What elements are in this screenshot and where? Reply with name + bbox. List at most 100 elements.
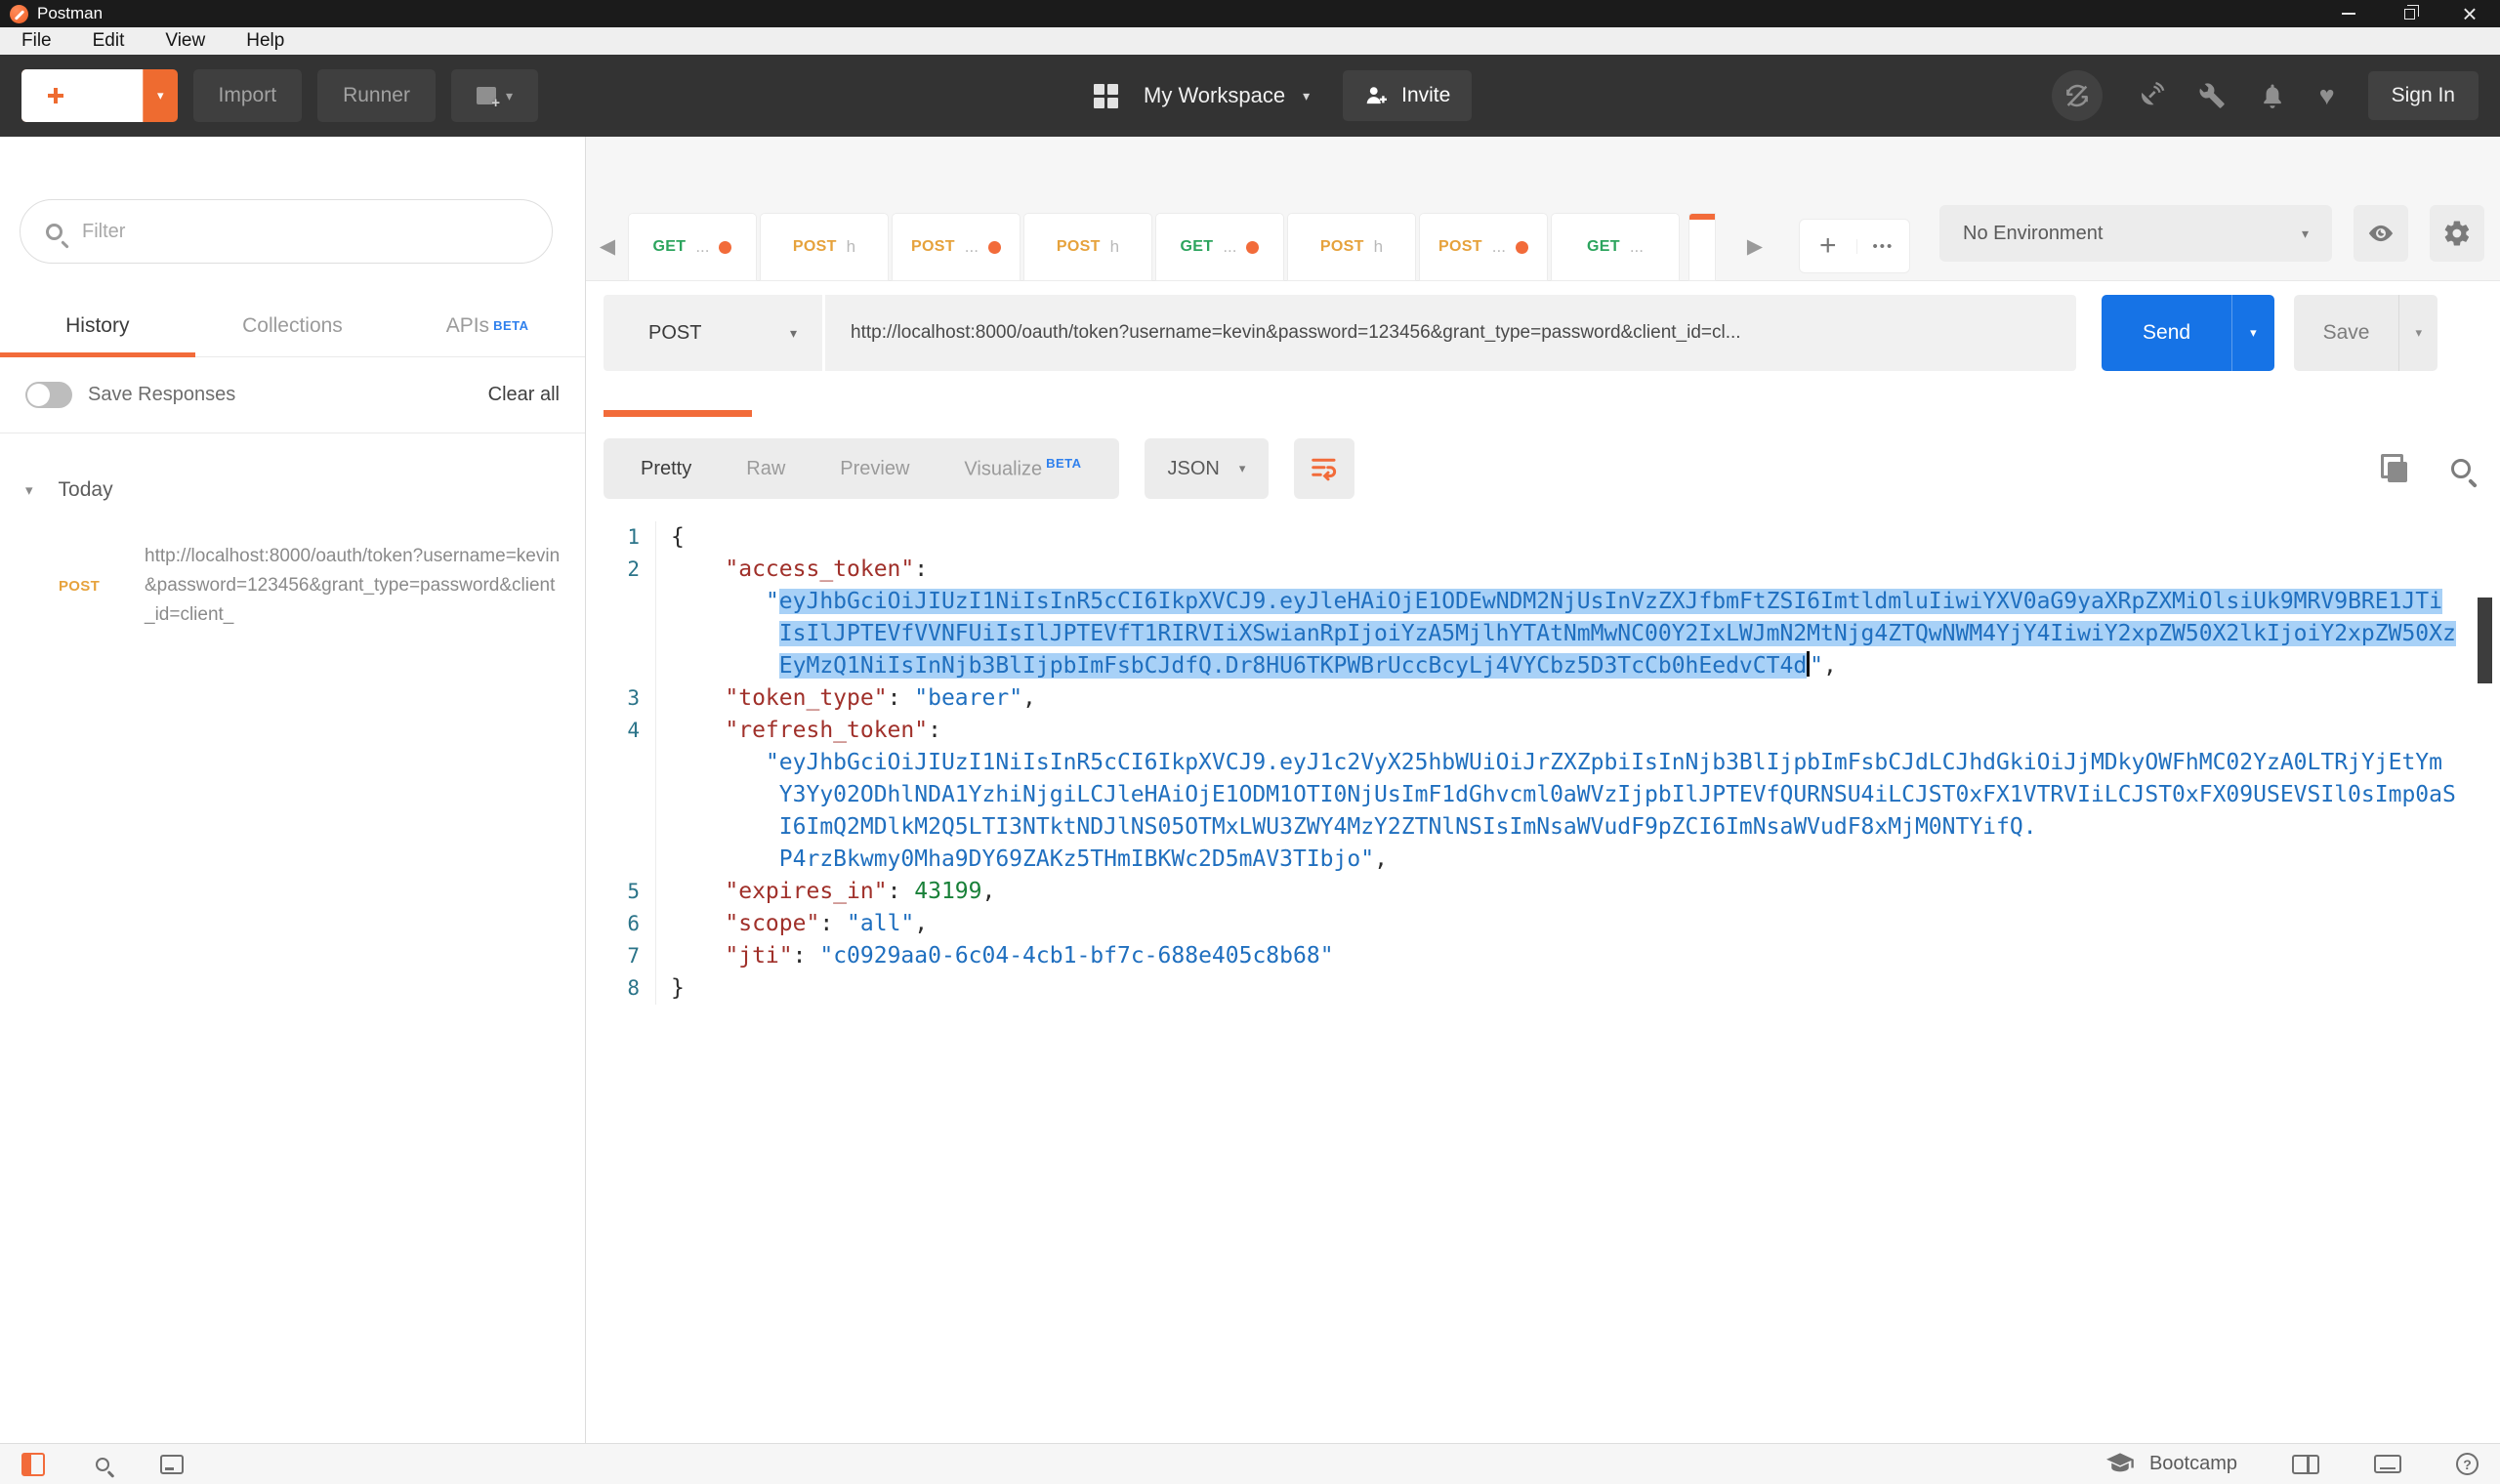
unsaved-dot-icon xyxy=(1246,240,1260,254)
menu-edit[interactable]: Edit xyxy=(93,30,125,52)
runner-button[interactable]: Runner xyxy=(317,69,436,122)
code-line[interactable]: Y3Yy02ODhlNDA1YzhiNjgiLCJleHAiOjE1ODM1OT… xyxy=(656,779,2456,811)
method-selector[interactable]: POST ▾ xyxy=(604,295,822,371)
open-new-tab-button[interactable]: + xyxy=(1800,231,1856,261)
environment-quicklook-button[interactable] xyxy=(2354,205,2408,262)
request-tab[interactable]: POST h xyxy=(761,214,888,280)
release-notes-button[interactable] xyxy=(2136,81,2165,110)
tab-history[interactable]: History xyxy=(0,295,195,357)
request-tab[interactable]: GET... xyxy=(1552,214,1679,280)
code-line[interactable]: "token_type": "bearer", xyxy=(656,682,1036,715)
settings-wrench-button[interactable] xyxy=(2198,82,2226,109)
toggle-sidebar-icon[interactable] xyxy=(21,1452,45,1476)
code-line[interactable]: { xyxy=(656,521,685,554)
clear-all-link[interactable]: Clear all xyxy=(488,384,560,406)
code-line[interactable]: } xyxy=(656,972,685,1005)
main-toolbar: New ▾ Import Runner ▾ My Workspace ▾ Inv… xyxy=(0,55,2500,137)
notifications-button[interactable] xyxy=(2259,82,2286,109)
collapse-caret-icon: ▾ xyxy=(25,482,33,499)
tab-options-button[interactable]: ••• xyxy=(1855,238,1910,254)
code-line[interactable]: "scope": "all", xyxy=(656,908,928,940)
code-line[interactable]: EyMzQ1NiIsInNjb3BlIjpbImFsbCJdfQ.Dr8HU6T… xyxy=(656,650,1837,682)
invite-button[interactable]: Invite xyxy=(1343,70,1473,121)
request-tab[interactable]: POST... xyxy=(1420,214,1547,280)
view-preview[interactable]: Preview xyxy=(812,458,937,480)
response-language-selector[interactable]: JSON ▾ xyxy=(1144,438,1270,499)
code-line[interactable]: "jti": "c0929aa0-6c04-4cb1-bf7c-688e405c… xyxy=(656,940,1333,972)
line-number xyxy=(586,747,656,779)
scroll-tabs-right-button[interactable]: ▶ xyxy=(1733,220,1776,272)
help-icon[interactable]: ? xyxy=(2456,1453,2479,1475)
menu-view[interactable]: View xyxy=(165,30,205,52)
new-button[interactable]: New ▾ xyxy=(21,69,178,122)
sign-in-button[interactable]: Sign In xyxy=(2367,71,2479,120)
save-responses-toggle[interactable] xyxy=(25,382,72,408)
environment-settings-button[interactable] xyxy=(2430,205,2484,262)
tab-apis[interactable]: APIs BETA xyxy=(390,295,585,356)
new-dropdown-arrow[interactable]: ▾ xyxy=(143,69,178,122)
wrap-text-icon xyxy=(1312,458,1337,481)
find-replace-icon[interactable] xyxy=(96,1457,109,1471)
bootcamp-button[interactable]: Bootcamp xyxy=(2105,1452,2237,1476)
code-line[interactable]: "expires_in": 43199, xyxy=(656,876,995,908)
request-tab[interactable]: GET... xyxy=(1156,214,1283,280)
workspace-label: My Workspace xyxy=(1144,83,1286,107)
two-pane-view-icon[interactable] xyxy=(2292,1454,2319,1474)
line-number: 4 xyxy=(586,715,656,747)
new-window-button[interactable]: ▾ xyxy=(450,69,538,122)
code-line[interactable]: I6ImQ2MDlkM2Q5LTI3NTktNDJlNS05OTMxLWU3ZW… xyxy=(656,811,2037,844)
save-button[interactable]: Save xyxy=(2294,295,2399,371)
keyboard-shortcuts-icon[interactable] xyxy=(2374,1455,2401,1473)
code-line[interactable]: "access_token": xyxy=(656,554,928,586)
import-button[interactable]: Import xyxy=(192,69,303,122)
wrap-text-button[interactable] xyxy=(1294,438,1355,499)
send-button[interactable]: Send xyxy=(2102,295,2231,371)
tab-method-label: POST xyxy=(792,238,837,255)
view-raw[interactable]: Raw xyxy=(719,458,812,480)
code-line[interactable]: "eyJhbGciOiJIUzI1NiIsInR5cCI6IkpXVCJ9.ey… xyxy=(656,747,2442,779)
workspace-switcher[interactable]: My Workspace ▾ Invite xyxy=(1094,70,1473,121)
plus-icon: + xyxy=(1819,229,1837,262)
code-row: IsIlJPTEVfVVNFUiIsIlJPTEVfT1RIRVIiXSwian… xyxy=(586,618,2471,650)
environment-selector[interactable]: No Environment ▾ xyxy=(1939,205,2332,262)
bell-icon xyxy=(2263,84,2281,108)
history-item[interactable]: POST http://localhost:8000/oauth/token?u… xyxy=(59,542,562,630)
request-tab[interactable]: POST... xyxy=(893,214,1020,280)
code-line[interactable]: IsIlJPTEVfVVNFUiIsIlJPTEVfT1RIRVIiXSwian… xyxy=(656,618,2456,650)
filter-box[interactable] xyxy=(20,199,553,264)
close-button[interactable]: × xyxy=(2439,0,2500,28)
copy-response-button[interactable] xyxy=(2381,454,2408,483)
view-visualize[interactable]: Visualize BETA xyxy=(937,456,1108,481)
request-tab[interactable]: GET... xyxy=(629,214,756,280)
minimize-button[interactable] xyxy=(2318,0,2379,27)
workspace-grid-icon xyxy=(1094,83,1118,108)
menu-help[interactable]: Help xyxy=(246,30,284,52)
new-button-label: New xyxy=(80,84,122,106)
console-icon[interactable] xyxy=(160,1454,184,1474)
code-row: 6 "scope": "all", xyxy=(586,908,2471,940)
url-input[interactable] xyxy=(825,295,2077,371)
code-line[interactable]: "refresh_token": xyxy=(656,715,941,747)
scroll-tabs-left-button[interactable]: ◀ xyxy=(586,212,629,280)
request-tab[interactable]: POST h xyxy=(1288,214,1415,280)
save-options-button[interactable]: ▾ xyxy=(2398,295,2438,371)
code-line[interactable]: "eyJhbGciOiJIUzI1NiIsInR5cCI6IkpXVCJ9.ey… xyxy=(656,586,2442,618)
tab-method-label: POST xyxy=(1438,238,1482,255)
send-options-button[interactable]: ▾ xyxy=(2231,295,2274,371)
request-tab[interactable]: POST h xyxy=(1024,214,1151,280)
sync-disabled-button[interactable] xyxy=(2051,70,2103,121)
restore-button[interactable] xyxy=(2379,0,2439,27)
today-section-header[interactable]: ▾ Today xyxy=(25,478,113,502)
scrollbar-thumb[interactable] xyxy=(2478,598,2492,683)
filter-input[interactable] xyxy=(82,220,512,243)
request-tab-partial[interactable] xyxy=(1689,214,1715,280)
help-glyph-text: ? xyxy=(2463,1456,2472,1472)
search-response-button[interactable] xyxy=(2451,459,2471,478)
menu-file[interactable]: File xyxy=(21,30,52,52)
code-line[interactable]: P4rzBkwmy0Mha9DY69ZAKz5THmIBKWc2D5mAV3TI… xyxy=(656,844,1388,876)
favorites-button[interactable]: ♥ xyxy=(2319,81,2335,111)
new-button-main[interactable]: New xyxy=(21,69,144,122)
tab-collections[interactable]: Collections xyxy=(195,295,391,356)
method-label: POST xyxy=(648,321,702,344)
view-pretty[interactable]: Pretty xyxy=(613,458,719,480)
